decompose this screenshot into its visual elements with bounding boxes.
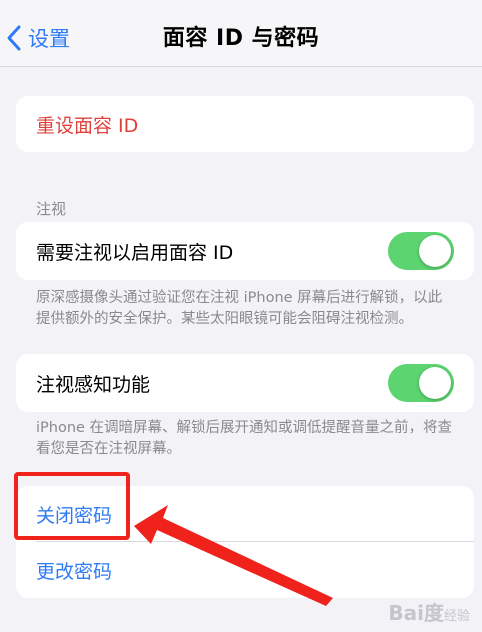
annotation-arrow-icon	[134, 505, 333, 606]
watermark-logo: Bai度经验	[388, 601, 470, 625]
